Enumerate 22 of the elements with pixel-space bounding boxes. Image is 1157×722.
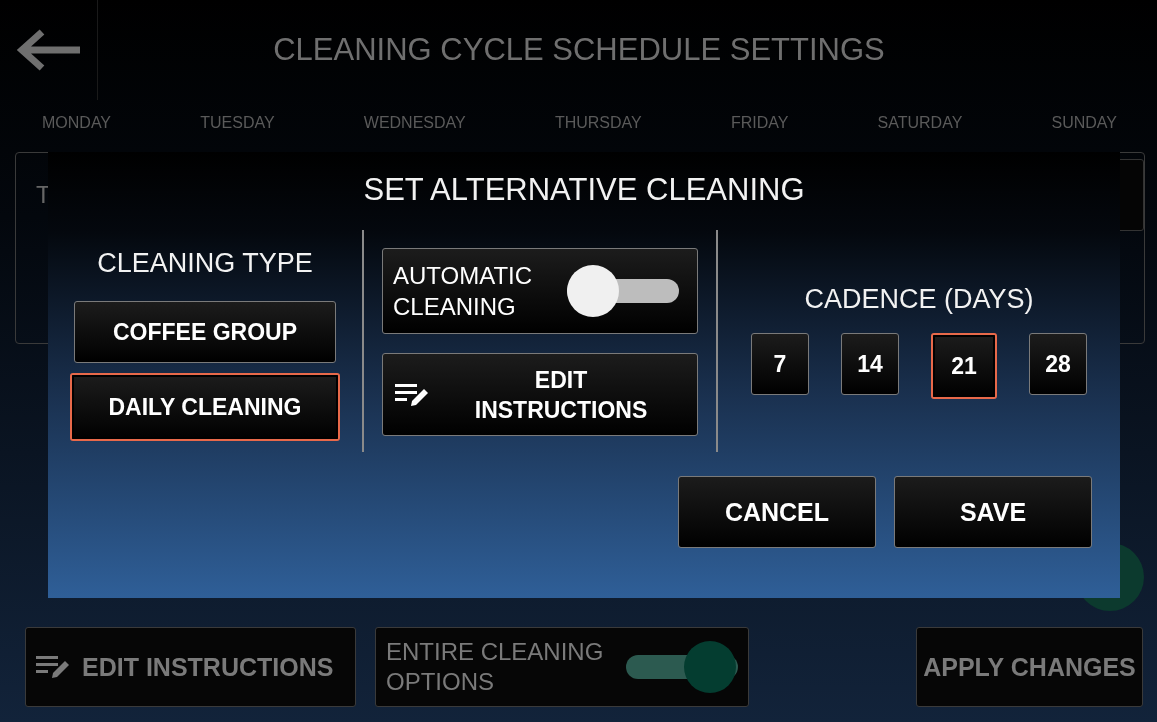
cleaning-type-button[interactable]: DAILY CLEANING	[70, 373, 340, 441]
cancel-button[interactable]: CANCEL	[678, 476, 876, 548]
toggle-label: AUTOMATIC CLEANING	[393, 261, 534, 322]
edit-instructions-button[interactable]: EDIT INSTRUCTIONS	[25, 627, 356, 707]
cleaning-type-button[interactable]: COFFEE GROUP	[74, 301, 336, 363]
back-arrow-icon[interactable]	[15, 27, 82, 73]
edit-list-icon	[36, 654, 70, 680]
cadence-button[interactable]: 28	[1029, 333, 1087, 395]
save-button[interactable]: SAVE	[894, 476, 1092, 548]
edit-instructions-button[interactable]: EDIT INSTRUCTIONS	[382, 353, 698, 436]
cadence-button[interactable]: 7	[751, 333, 809, 395]
section-label: CLEANING TYPE	[97, 248, 313, 279]
dialog-title: SET ALTERNATIVE CLEANING	[362, 172, 806, 209]
edit-list-icon	[395, 381, 429, 408]
toggle-label: ENTIRE CLEANING OPTIONS	[386, 637, 605, 697]
cadence-button[interactable]: 21	[931, 333, 997, 399]
apply-changes-button[interactable]: APPLY CHANGES	[916, 627, 1143, 707]
toggle-switch[interactable]	[567, 264, 679, 318]
toggle-switch[interactable]	[626, 640, 738, 694]
cadence-button[interactable]: 14	[841, 333, 899, 395]
section-label: CADENCE (DAYS)	[804, 284, 1034, 315]
screen-title: CLEANING CYCLE SCHEDULE SETTINGS	[272, 32, 886, 68]
